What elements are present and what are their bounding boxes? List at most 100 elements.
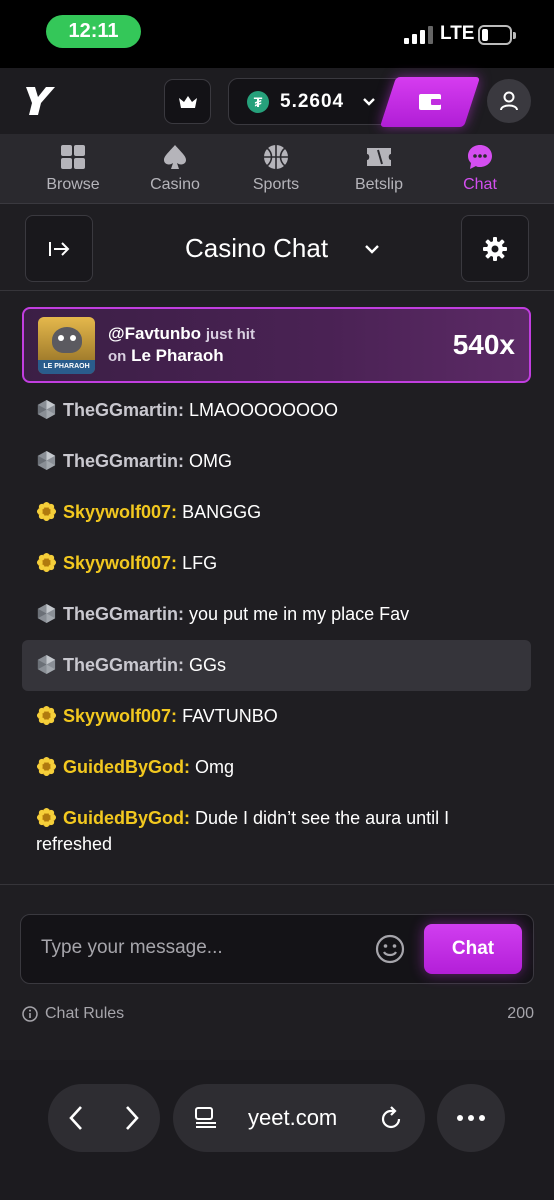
- char-counter: 200: [507, 1005, 534, 1022]
- chat-message[interactable]: Skyywolf007: BANGGG: [22, 487, 531, 538]
- ticket-icon: [367, 148, 391, 166]
- user-icon: [500, 91, 518, 111]
- chat-username[interactable]: TheGGmartin:: [63, 451, 184, 471]
- chat-message-text: GGs: [189, 655, 227, 675]
- chat-message[interactable]: TheGGmartin: you put me in my place Fav: [22, 589, 531, 640]
- winner-username[interactable]: @Favtunbo: [108, 324, 201, 343]
- send-chat-button[interactable]: Chat: [424, 924, 522, 974]
- silver-rank-badge-icon: [37, 654, 56, 675]
- chat-message[interactable]: TheGGmartin: OMG: [22, 436, 531, 487]
- status-time: 12:11: [46, 15, 141, 48]
- tab-label: Sports: [252, 176, 300, 193]
- chat-message-list: TheGGmartin: LMAOOOOOOOO TheGGmartin: OMG…: [22, 385, 531, 869]
- status-bar: 12:11 LTE: [0, 0, 554, 68]
- chat-composer-area: Chat Chat Rules 200: [0, 884, 554, 1060]
- chat-message-text: FAVTUNBO: [182, 706, 278, 726]
- reload-icon[interactable]: [379, 1105, 403, 1131]
- tab-label: Chat: [463, 176, 497, 193]
- win-line-2: on Le Pharaoh: [108, 346, 224, 366]
- chat-username[interactable]: Skyywolf007:: [63, 502, 177, 522]
- win-on: on: [108, 348, 127, 365]
- chat-message-input[interactable]: [41, 933, 371, 963]
- win-line-1: @Favtunbo just hit: [108, 324, 255, 344]
- chat-message[interactable]: Skyywolf007: FAVTUNBO: [22, 691, 531, 742]
- tab-label: Casino: [150, 176, 200, 193]
- chat-username[interactable]: Skyywolf007:: [63, 553, 177, 573]
- vip-crown-button[interactable]: [164, 79, 211, 124]
- win-game-name[interactable]: Le Pharaoh: [131, 346, 224, 365]
- tab-casino[interactable]: Casino: [130, 142, 220, 200]
- info-icon: [22, 1006, 38, 1022]
- chat-message-text: Omg: [195, 757, 235, 777]
- tab-label: Browse: [46, 176, 100, 193]
- signal-icon: [404, 26, 433, 44]
- chat-message-text: OMG: [189, 451, 233, 471]
- main-nav: Browse Casino Sports Betslip Chat: [0, 134, 554, 204]
- chat-username[interactable]: GuidedByGod:: [63, 757, 190, 777]
- address-bar[interactable]: yeet.com: [173, 1084, 425, 1152]
- chat-username[interactable]: GuidedByGod:: [63, 808, 190, 828]
- browser-nav-buttons: [48, 1084, 160, 1152]
- chat-composer: Chat: [20, 914, 534, 984]
- page-settings-icon[interactable]: [195, 1107, 217, 1129]
- chat-message[interactable]: Skyywolf007: LFG: [22, 538, 531, 589]
- chat-username[interactable]: TheGGmartin:: [63, 400, 184, 420]
- chat-username[interactable]: Skyywolf007:: [63, 706, 177, 726]
- crown-icon: [178, 95, 197, 108]
- silver-rank-badge-icon: [37, 399, 56, 420]
- tab-label: Betslip: [354, 176, 404, 193]
- gold-rank-badge-icon: [36, 552, 57, 573]
- grid-icon: [61, 145, 85, 169]
- gold-rank-badge-icon: [36, 501, 57, 522]
- more-options-button[interactable]: [437, 1084, 505, 1152]
- chevron-down-icon: [363, 98, 375, 106]
- chat-username[interactable]: TheGGmartin:: [63, 604, 184, 624]
- chat-rules-label: Chat Rules: [45, 1005, 125, 1022]
- big-win-banner[interactable]: LE PHARAOH @Favtunbo just hit on Le Phar…: [22, 307, 531, 383]
- win-multiplier: 540x: [452, 329, 515, 360]
- arrow-right-to-line-icon: [49, 241, 70, 256]
- tab-sports[interactable]: Sports: [231, 142, 321, 200]
- close-chat-button[interactable]: [25, 215, 93, 282]
- chevron-down-icon[interactable]: [362, 242, 382, 256]
- chat-message[interactable]: GuidedByGod: Omg: [22, 742, 531, 793]
- chat-message-text: BANGGG: [182, 502, 262, 522]
- game-thumbnail[interactable]: LE PHARAOH: [38, 317, 95, 374]
- gold-rank-badge-icon: [36, 756, 57, 777]
- network-label: LTE: [440, 23, 475, 44]
- chat-message-text: LFG: [182, 553, 218, 573]
- chat-message-text: LMAOOOOOOOO: [189, 400, 339, 420]
- browser-toolbar: yeet.com: [0, 1060, 554, 1200]
- tether-icon: ₮: [247, 91, 269, 113]
- chat-message[interactable]: TheGGmartin: LMAOOOOOOOO: [22, 385, 531, 436]
- chat-rules-link[interactable]: Chat Rules: [22, 1005, 124, 1023]
- gold-rank-badge-icon: [36, 807, 57, 828]
- chat-settings-button[interactable]: [461, 215, 529, 282]
- tab-betslip[interactable]: Betslip: [334, 142, 424, 200]
- wallet-button[interactable]: [379, 77, 481, 127]
- chat-room-title[interactable]: Casino Chat: [185, 233, 328, 264]
- chat-message[interactable]: GuidedByGod: Dude I didn’t see the aura …: [22, 793, 531, 869]
- basketball-icon: [264, 145, 288, 169]
- win-verb: just hit: [205, 326, 255, 343]
- game-thumb-caption: LE PHARAOH: [38, 360, 95, 374]
- forward-chevron-icon[interactable]: [123, 1104, 141, 1132]
- chat-message[interactable]: TheGGmartin: GGs: [22, 640, 531, 691]
- gear-icon: [483, 236, 507, 261]
- yeet-logo-icon[interactable]: [24, 83, 56, 117]
- chat-header: Casino Chat: [0, 205, 554, 291]
- battery-icon: [478, 25, 516, 45]
- chat-username[interactable]: TheGGmartin:: [63, 655, 184, 675]
- silver-rank-badge-icon: [37, 603, 56, 624]
- emoji-icon[interactable]: [374, 933, 406, 965]
- silver-rank-badge-icon: [37, 450, 56, 471]
- top-header: ₮ 5.2604: [0, 68, 554, 134]
- tab-browse[interactable]: Browse: [28, 142, 118, 200]
- url-text: yeet.com: [248, 1105, 338, 1130]
- game-mascot: [52, 327, 82, 353]
- wallet-icon: [419, 94, 441, 110]
- back-chevron-icon[interactable]: [67, 1104, 85, 1132]
- profile-button[interactable]: [487, 79, 531, 123]
- tab-chat[interactable]: Chat: [435, 142, 525, 200]
- balance-value: 5.2604: [280, 91, 345, 112]
